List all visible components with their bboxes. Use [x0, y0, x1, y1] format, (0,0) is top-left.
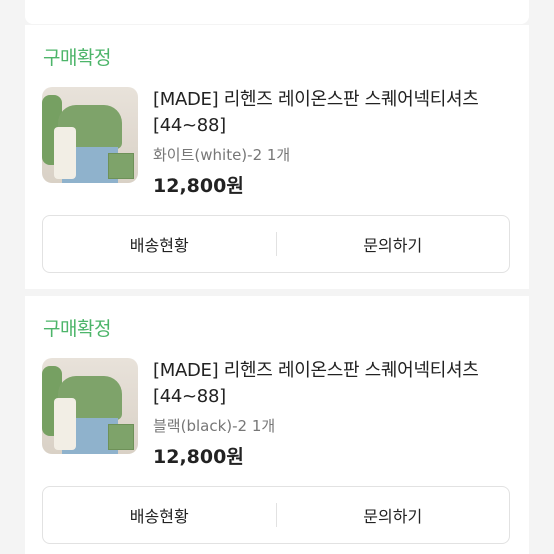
order-actions: 배송현황 문의하기	[42, 215, 510, 273]
product-price: 12,800원	[153, 175, 244, 197]
order-card: 구매확정 [MADE] 리헨즈 레이온스판 스퀘어넥티셔츠[44~88] 블랙(…	[25, 296, 529, 554]
product-price: 12,800원	[153, 446, 244, 468]
color-swatch	[108, 424, 134, 450]
order-card: 구매확정 [MADE] 리헨즈 레이온스판 스퀘어넥티셔츠[44~88] 화이트…	[25, 25, 529, 289]
color-swatch	[108, 153, 134, 179]
product-option: 블랙(black)-2 1개	[153, 417, 276, 435]
product-thumbnail[interactable]	[42, 358, 138, 454]
product-option: 화이트(white)-2 1개	[153, 146, 291, 164]
product-title[interactable]: [MADE] 리헨즈 레이온스판 스퀘어넥티셔츠[44~88]	[153, 87, 513, 139]
order-status: 구매확정	[43, 318, 111, 340]
inquiry-button[interactable]: 문의하기	[277, 216, 510, 272]
product-title[interactable]: [MADE] 리헨즈 레이온스판 스퀘어넥티셔츠[44~88]	[153, 358, 513, 410]
order-actions: 배송현황 문의하기	[42, 486, 510, 544]
order-status: 구매확정	[43, 47, 111, 69]
shipping-status-button[interactable]: 배송현황	[43, 487, 276, 543]
product-thumbnail[interactable]	[42, 87, 138, 183]
inquiry-button[interactable]: 문의하기	[277, 487, 510, 543]
previous-card-edge	[25, 0, 529, 24]
shipping-status-button[interactable]: 배송현황	[43, 216, 276, 272]
